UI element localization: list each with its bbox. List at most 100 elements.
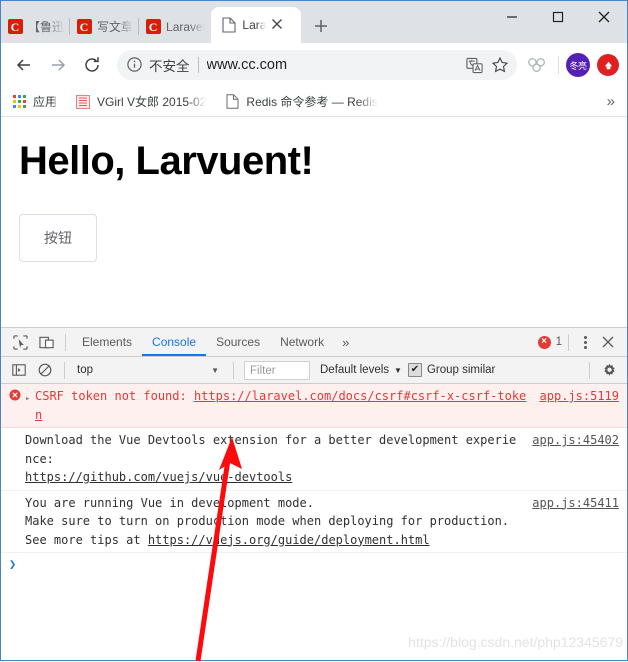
- toolbar-divider: [558, 56, 559, 74]
- browser-tab-active[interactable]: Laravel: [211, 7, 302, 43]
- action-button-icon[interactable]: [597, 54, 619, 76]
- maximize-button[interactable]: [535, 1, 581, 33]
- console-message-text: Download the Vue Devtools extension for …: [25, 431, 522, 487]
- new-tab-button[interactable]: [307, 12, 335, 40]
- tab-title: Laravel: [242, 18, 267, 32]
- forward-button[interactable]: [43, 50, 73, 80]
- csdn-icon: C: [7, 19, 23, 35]
- avatar-label: 冬亮: [569, 60, 587, 71]
- execution-context-select[interactable]: top ▼: [71, 364, 227, 376]
- page-action-button[interactable]: 按钮: [19, 214, 97, 262]
- devtools-divider: [65, 333, 66, 351]
- chevron-down-icon: ▼: [211, 365, 219, 375]
- csdn-icon: C: [76, 19, 92, 35]
- tab-title: 写文章: [97, 20, 134, 34]
- close-tab-icon[interactable]: [270, 17, 286, 33]
- console-message-text: CSRF token not found: https://laravel.co…: [35, 387, 530, 424]
- close-devtools-icon[interactable]: [595, 330, 621, 354]
- settings-gear-icon[interactable]: [596, 358, 622, 382]
- message-gutter: [5, 494, 25, 550]
- apps-grid-icon: [11, 94, 27, 110]
- page-title: Hello, Larvuent!: [19, 139, 314, 183]
- group-similar-checkbox[interactable]: ✔ Group similar: [407, 363, 496, 377]
- extension-icon[interactable]: [523, 51, 551, 79]
- translate-icon[interactable]: [461, 52, 487, 78]
- vgirl-favicon: [75, 94, 91, 110]
- url-text: www.cc.com: [206, 57, 288, 73]
- avatar[interactable]: 冬亮: [566, 53, 590, 77]
- bookmark-label: VGirl V女郎 2015-02: [97, 95, 207, 109]
- expand-arrow-icon[interactable]: ▸: [25, 387, 35, 424]
- console-output: ▸ CSRF token not found: https://laravel.…: [1, 384, 627, 660]
- bookmark-apps[interactable]: 应用: [11, 93, 57, 110]
- log-levels-value: Default levels: [320, 364, 390, 376]
- minimize-button[interactable]: [489, 1, 535, 33]
- tab-title: 【鲁迅: [28, 20, 65, 34]
- message-gutter: [5, 431, 25, 487]
- tab-network[interactable]: Network: [270, 328, 334, 356]
- tab-elements[interactable]: Elements: [72, 328, 142, 356]
- checkbox-checked-icon: ✔: [407, 363, 422, 377]
- group-similar-label: Group similar: [426, 364, 496, 376]
- devtools-divider-2: [568, 333, 569, 351]
- browser-window: C 【鲁迅 C 写文章 C Laravel Laravel: [0, 0, 628, 662]
- filter-input[interactable]: Filter: [244, 360, 310, 380]
- back-button[interactable]: [9, 50, 39, 80]
- error-icon: [5, 387, 25, 424]
- tab-console[interactable]: Console: [142, 328, 207, 356]
- error-icon: ×: [537, 335, 551, 349]
- devtools-panel: Elements Console Sources Network » × 1 t…: [1, 327, 627, 660]
- clear-console-icon[interactable]: [32, 358, 58, 382]
- error-count-badge[interactable]: × 1: [537, 335, 562, 349]
- browser-tab-1[interactable]: C 【鲁迅: [1, 10, 71, 43]
- error-count: 1: [555, 336, 562, 348]
- message-link[interactable]: https://github.com/vuejs/vue-devtools: [25, 470, 292, 484]
- kebab-menu-icon[interactable]: [575, 330, 595, 354]
- page-content: Hello, Larvuent! 按钮: [1, 117, 627, 302]
- console-message-log-2[interactable]: You are running Vue in development mode.…: [1, 491, 627, 553]
- browser-tab-3[interactable]: C Laravel: [139, 10, 211, 43]
- watermark: https://blog.csdn.net/php12345679: [408, 634, 623, 650]
- message-prefix: CSRF token not found:: [35, 389, 194, 403]
- console-toolbar-divider-2: [233, 361, 234, 379]
- browser-tab-2[interactable]: C 写文章: [70, 10, 140, 43]
- execution-context-value: top: [77, 364, 93, 376]
- console-toolbar-divider: [64, 361, 65, 379]
- log-levels-select[interactable]: Default levels ▼: [320, 364, 402, 376]
- chevron-down-icon: ▼: [394, 365, 402, 375]
- bookmark-label: Redis 命令参考 — Redis: [246, 95, 378, 109]
- inspect-element-icon[interactable]: [7, 330, 33, 354]
- console-message-error[interactable]: ▸ CSRF token not found: https://laravel.…: [1, 384, 627, 428]
- omnibox-divider: [197, 57, 199, 73]
- tab-sources[interactable]: Sources: [206, 328, 270, 356]
- console-toolbar-divider-3: [589, 361, 590, 379]
- message-link[interactable]: https://vuejs.org/guide/deployment.html: [148, 533, 430, 547]
- tab-title: Laravel: [166, 19, 206, 34]
- console-toolbar: top ▼ Filter Default levels ▼ ✔ Group si…: [1, 357, 627, 384]
- tab-list: C 【鲁迅 C 写文章 C Laravel Laravel: [1, 1, 335, 43]
- bookmark-redis[interactable]: Redis 命令参考 — Redis: [224, 93, 378, 110]
- address-bar[interactable]: 不安全 www.cc.com: [117, 50, 517, 80]
- reload-button[interactable]: [77, 50, 107, 80]
- console-message-text: You are running Vue in development mode.…: [25, 494, 522, 550]
- window-controls: [489, 1, 627, 33]
- security-status: 不安全: [149, 59, 190, 74]
- message-source[interactable]: app.js:45402: [532, 431, 619, 450]
- more-tabs-icon[interactable]: »: [334, 335, 357, 350]
- tab-strip: C 【鲁迅 C 写文章 C Laravel Laravel: [1, 1, 627, 43]
- prompt-arrow-icon: ❯: [9, 557, 17, 571]
- star-icon[interactable]: [487, 52, 513, 78]
- info-icon[interactable]: [126, 56, 144, 74]
- bookmarks-overflow-icon[interactable]: »: [607, 93, 615, 110]
- document-icon: [224, 94, 240, 110]
- message-source[interactable]: app.js:45411: [532, 494, 619, 513]
- message-source[interactable]: app.js:5119: [540, 387, 619, 406]
- console-prompt[interactable]: ❯: [1, 553, 627, 575]
- document-icon: [221, 17, 237, 33]
- console-sidebar-icon[interactable]: [6, 358, 32, 382]
- console-message-log[interactable]: Download the Vue Devtools extension for …: [1, 428, 627, 491]
- close-window-button[interactable]: [581, 1, 627, 33]
- bookmark-vgirl[interactable]: VGirl V女郎 2015-02: [75, 93, 206, 110]
- device-toolbar-icon[interactable]: [33, 330, 59, 354]
- bookmark-label: 应用: [33, 95, 58, 109]
